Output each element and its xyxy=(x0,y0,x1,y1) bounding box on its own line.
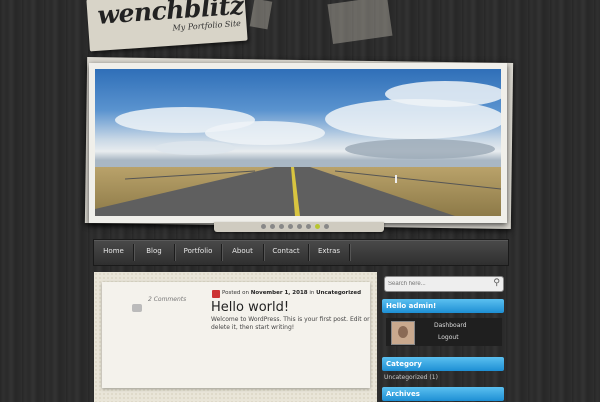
category-widget-title: Category xyxy=(382,357,504,371)
tape-decoration xyxy=(249,0,273,30)
dashboard-link[interactable]: Dashboard xyxy=(434,322,467,329)
post-meta: Posted on November 1, 2018 in Uncategori… xyxy=(222,290,362,296)
comment-icon xyxy=(132,304,142,312)
nav-about[interactable]: About xyxy=(222,240,263,265)
slider-dot[interactable] xyxy=(297,224,302,229)
post-excerpt: Welcome to WordPress. This is your first… xyxy=(211,316,370,331)
slider-dot[interactable] xyxy=(306,224,311,229)
slider-dot[interactable] xyxy=(261,224,266,229)
slider-dot[interactable] xyxy=(270,224,275,229)
main-navigation: Home Blog Portfolio About Contact Extras xyxy=(93,239,509,266)
category-item[interactable]: Uncategorized (1) xyxy=(384,374,438,381)
post-title[interactable]: Hello world! xyxy=(211,300,289,315)
slider-dot[interactable] xyxy=(279,224,284,229)
nav-home[interactable]: Home xyxy=(94,240,133,265)
post-date[interactable]: November 1, 2018 xyxy=(251,290,308,296)
user-widget: Dashboard Logout xyxy=(386,318,502,346)
search-input[interactable] xyxy=(388,278,484,289)
avatar xyxy=(391,321,415,345)
slider-dot[interactable] xyxy=(324,224,329,229)
logout-link[interactable]: Logout xyxy=(438,334,459,341)
slider-dot-active[interactable] xyxy=(315,224,320,229)
nav-portfolio[interactable]: Portfolio xyxy=(175,240,221,265)
sidebar: ⚲ Hello admin! Dashboard Logout Category… xyxy=(382,272,504,402)
highway-landscape-photo[interactable] xyxy=(95,69,501,216)
calendar-icon xyxy=(212,290,220,298)
image-slider[interactable] xyxy=(89,63,507,223)
nav-extras[interactable]: Extras xyxy=(309,240,349,265)
search-box[interactable]: ⚲ xyxy=(384,276,504,292)
archives-widget-title: Archives xyxy=(382,387,504,401)
post-category[interactable]: Uncategorized xyxy=(316,290,361,296)
slider-pagination xyxy=(214,222,384,232)
user-widget-title: Hello admin! xyxy=(382,299,504,313)
nav-contact[interactable]: Contact xyxy=(264,240,308,265)
comments-link[interactable]: 2 Comments xyxy=(148,296,186,303)
site-logo[interactable]: wenchblitz My Portfolio Site xyxy=(86,0,248,52)
search-icon[interactable]: ⚲ xyxy=(493,278,500,289)
nav-blog[interactable]: Blog xyxy=(134,240,174,265)
slider-dot[interactable] xyxy=(288,224,293,229)
tape-decoration xyxy=(327,0,393,44)
post-card: 2 Comments xyxy=(102,282,370,388)
